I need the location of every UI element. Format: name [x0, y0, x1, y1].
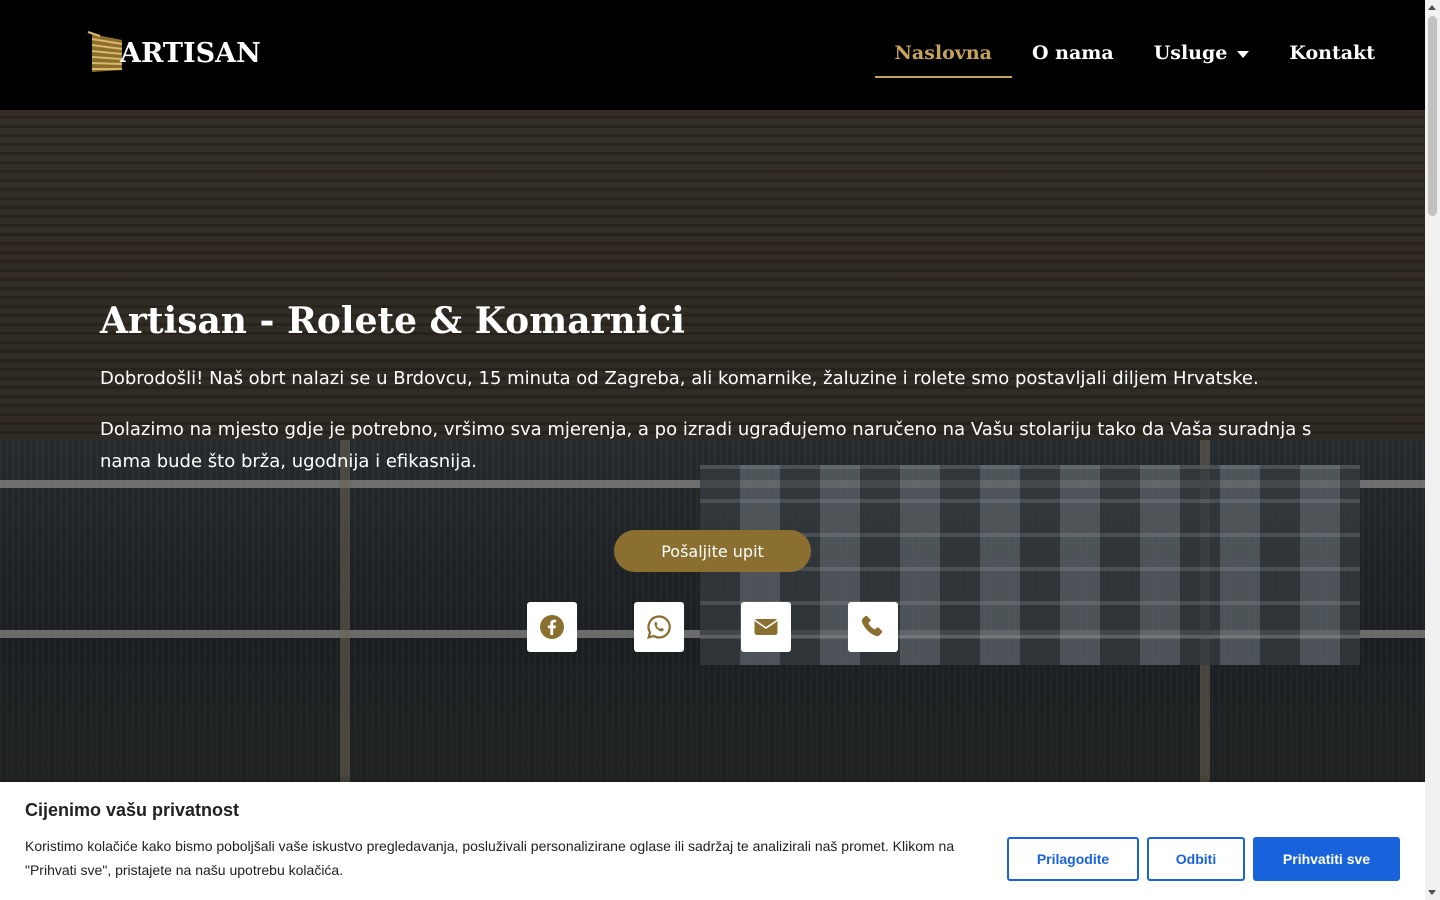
email-link[interactable] — [741, 602, 791, 652]
facebook-link[interactable] — [527, 602, 577, 652]
nav-item-usluge[interactable]: Usluge — [1134, 34, 1270, 78]
site-header: ARTISAN Naslovna O nama Usluge Kontakt — [0, 0, 1425, 110]
phone-link[interactable] — [848, 602, 898, 652]
hero-description-text: Dolazimo na mjesto gdje je potrebno, vrš… — [100, 419, 1312, 472]
send-inquiry-button[interactable]: Pošaljite upit — [614, 530, 811, 572]
envelope-icon — [754, 619, 778, 635]
scroll-up-arrow-icon[interactable] — [1428, 5, 1436, 10]
facebook-icon — [540, 615, 564, 639]
whatsapp-link[interactable] — [634, 602, 684, 652]
cookie-banner-text: Koristimo kolačiće kako bismo poboljšali… — [25, 838, 955, 878]
page-scrollbar[interactable] — [1425, 0, 1440, 900]
reject-cookies-button[interactable]: Odbiti — [1147, 837, 1245, 881]
customize-cookies-button[interactable]: Prilagodite — [1007, 837, 1139, 881]
nav-item-kontakt[interactable]: Kontakt — [1269, 34, 1395, 78]
accept-all-cookies-button[interactable]: Prihvatiti sve — [1253, 837, 1400, 881]
artisan-logo[interactable]: ARTISAN — [86, 30, 261, 76]
hero-title: Artisan - Rolete & Komarnici — [100, 300, 685, 342]
scroll-down-arrow-icon[interactable] — [1428, 890, 1436, 895]
logo-text: ARTISAN — [120, 38, 261, 69]
hero-section: Artisan - Rolete & Komarnici Dobrodošli!… — [0, 110, 1425, 782]
hero-intro-text: Dobrodošli! Naš obrt nalazi se u Brdovcu… — [100, 368, 1259, 389]
cookie-banner-title: Cijenimo vašu privatnost — [25, 800, 240, 820]
page: ARTISAN Naslovna O nama Usluge Kontakt A… — [0, 0, 1440, 900]
caret-down-icon — [1237, 50, 1250, 58]
cookie-consent-banner: Cijenimo vašu privatnost Koristimo kolač… — [0, 782, 1425, 900]
balcony-post — [340, 440, 350, 782]
nav-item-o-nama[interactable]: O nama — [1012, 34, 1134, 78]
phone-icon — [861, 615, 883, 637]
whatsapp-icon — [647, 615, 671, 639]
scrollbar-thumb[interactable] — [1428, 16, 1437, 216]
nav-item-usluge-label: Usluge — [1153, 42, 1228, 64]
nav-item-naslovna[interactable]: Naslovna — [874, 34, 1013, 78]
main-nav: Naslovna O nama Usluge Kontakt — [874, 34, 1395, 78]
